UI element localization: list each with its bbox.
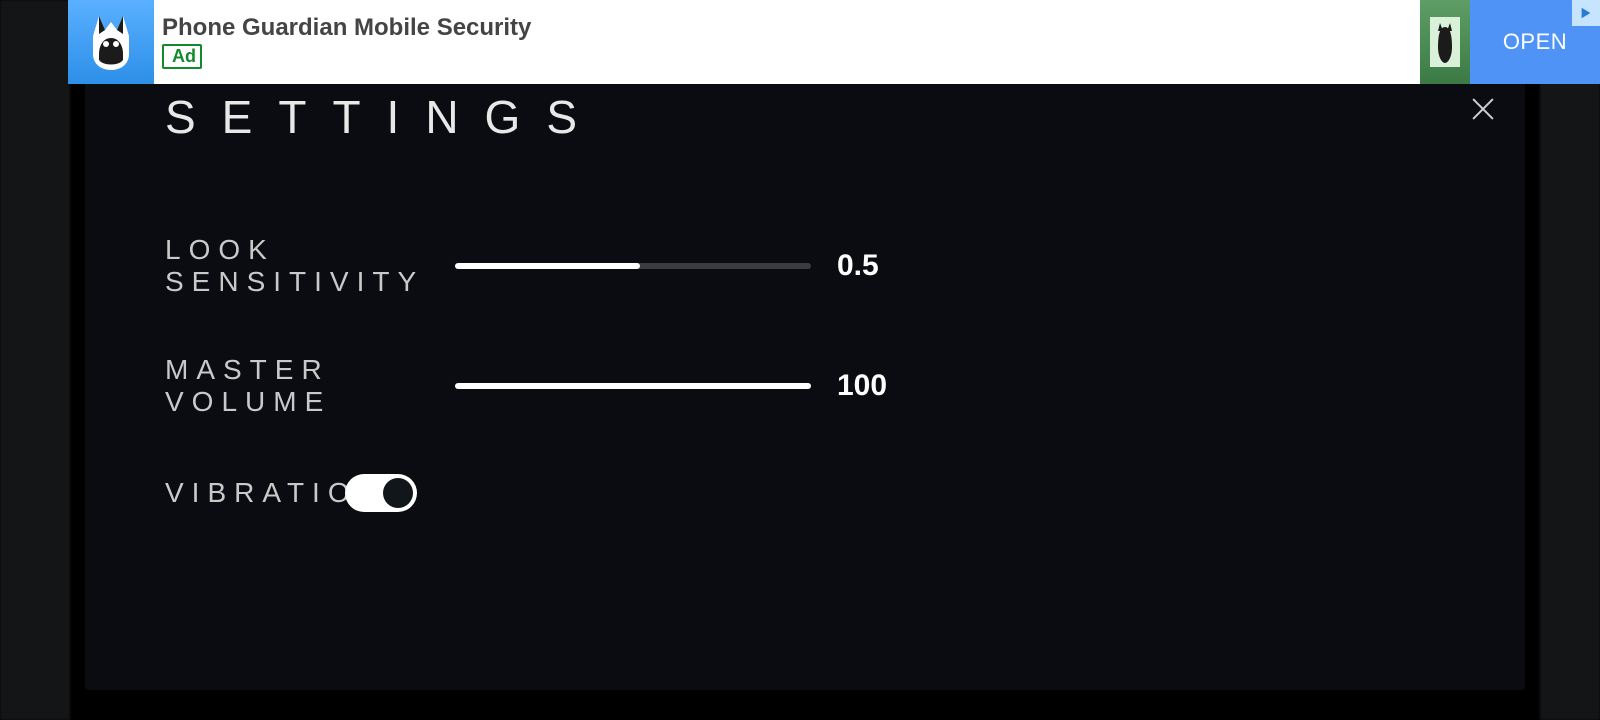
background-right-band bbox=[1540, 0, 1600, 720]
ad-creative-thumb bbox=[1420, 0, 1470, 84]
master-volume-slider-fill bbox=[455, 383, 811, 389]
ad-banner[interactable]: Phone Guardian Mobile Security Ad OPEN bbox=[68, 0, 1600, 84]
look-sensitivity-slider-fill bbox=[455, 263, 640, 269]
master-volume-slider[interactable] bbox=[455, 383, 811, 389]
adchoices-icon[interactable] bbox=[1572, 0, 1600, 26]
husky-icon bbox=[79, 10, 143, 74]
panel-title: SETTINGS bbox=[165, 90, 1445, 144]
ad-open-label: OPEN bbox=[1503, 29, 1567, 55]
ad-text-block: Phone Guardian Mobile Security Ad bbox=[154, 16, 531, 69]
look-sensitivity-value: 0.5 bbox=[837, 249, 879, 283]
vibration-toggle-knob bbox=[383, 478, 413, 508]
settings-panel: SETTINGS LOOK SENSITIVITY 0.5 MASTER VOL… bbox=[85, 70, 1525, 690]
row-master-volume: MASTER VOLUME 100 bbox=[165, 354, 1445, 418]
master-volume-value: 100 bbox=[837, 369, 887, 403]
master-volume-label: MASTER VOLUME bbox=[165, 354, 455, 418]
background-left-band bbox=[0, 0, 70, 720]
ad-app-icon bbox=[68, 0, 154, 84]
settings-rows: LOOK SENSITIVITY 0.5 MASTER VOLUME 100 V… bbox=[165, 234, 1445, 512]
close-icon[interactable] bbox=[1469, 95, 1497, 123]
vibration-label: VIBRATION bbox=[165, 477, 345, 509]
row-look-sensitivity: LOOK SENSITIVITY 0.5 bbox=[165, 234, 1445, 298]
ad-title: Phone Guardian Mobile Security bbox=[162, 16, 531, 40]
look-sensitivity-slider[interactable] bbox=[455, 263, 811, 269]
ad-badge: Ad bbox=[162, 44, 202, 69]
app-stage: Phone Guardian Mobile Security Ad OPEN S… bbox=[0, 0, 1600, 720]
vibration-toggle[interactable] bbox=[345, 474, 417, 512]
row-vibration: VIBRATION bbox=[165, 474, 1445, 512]
look-sensitivity-label: LOOK SENSITIVITY bbox=[165, 234, 455, 298]
